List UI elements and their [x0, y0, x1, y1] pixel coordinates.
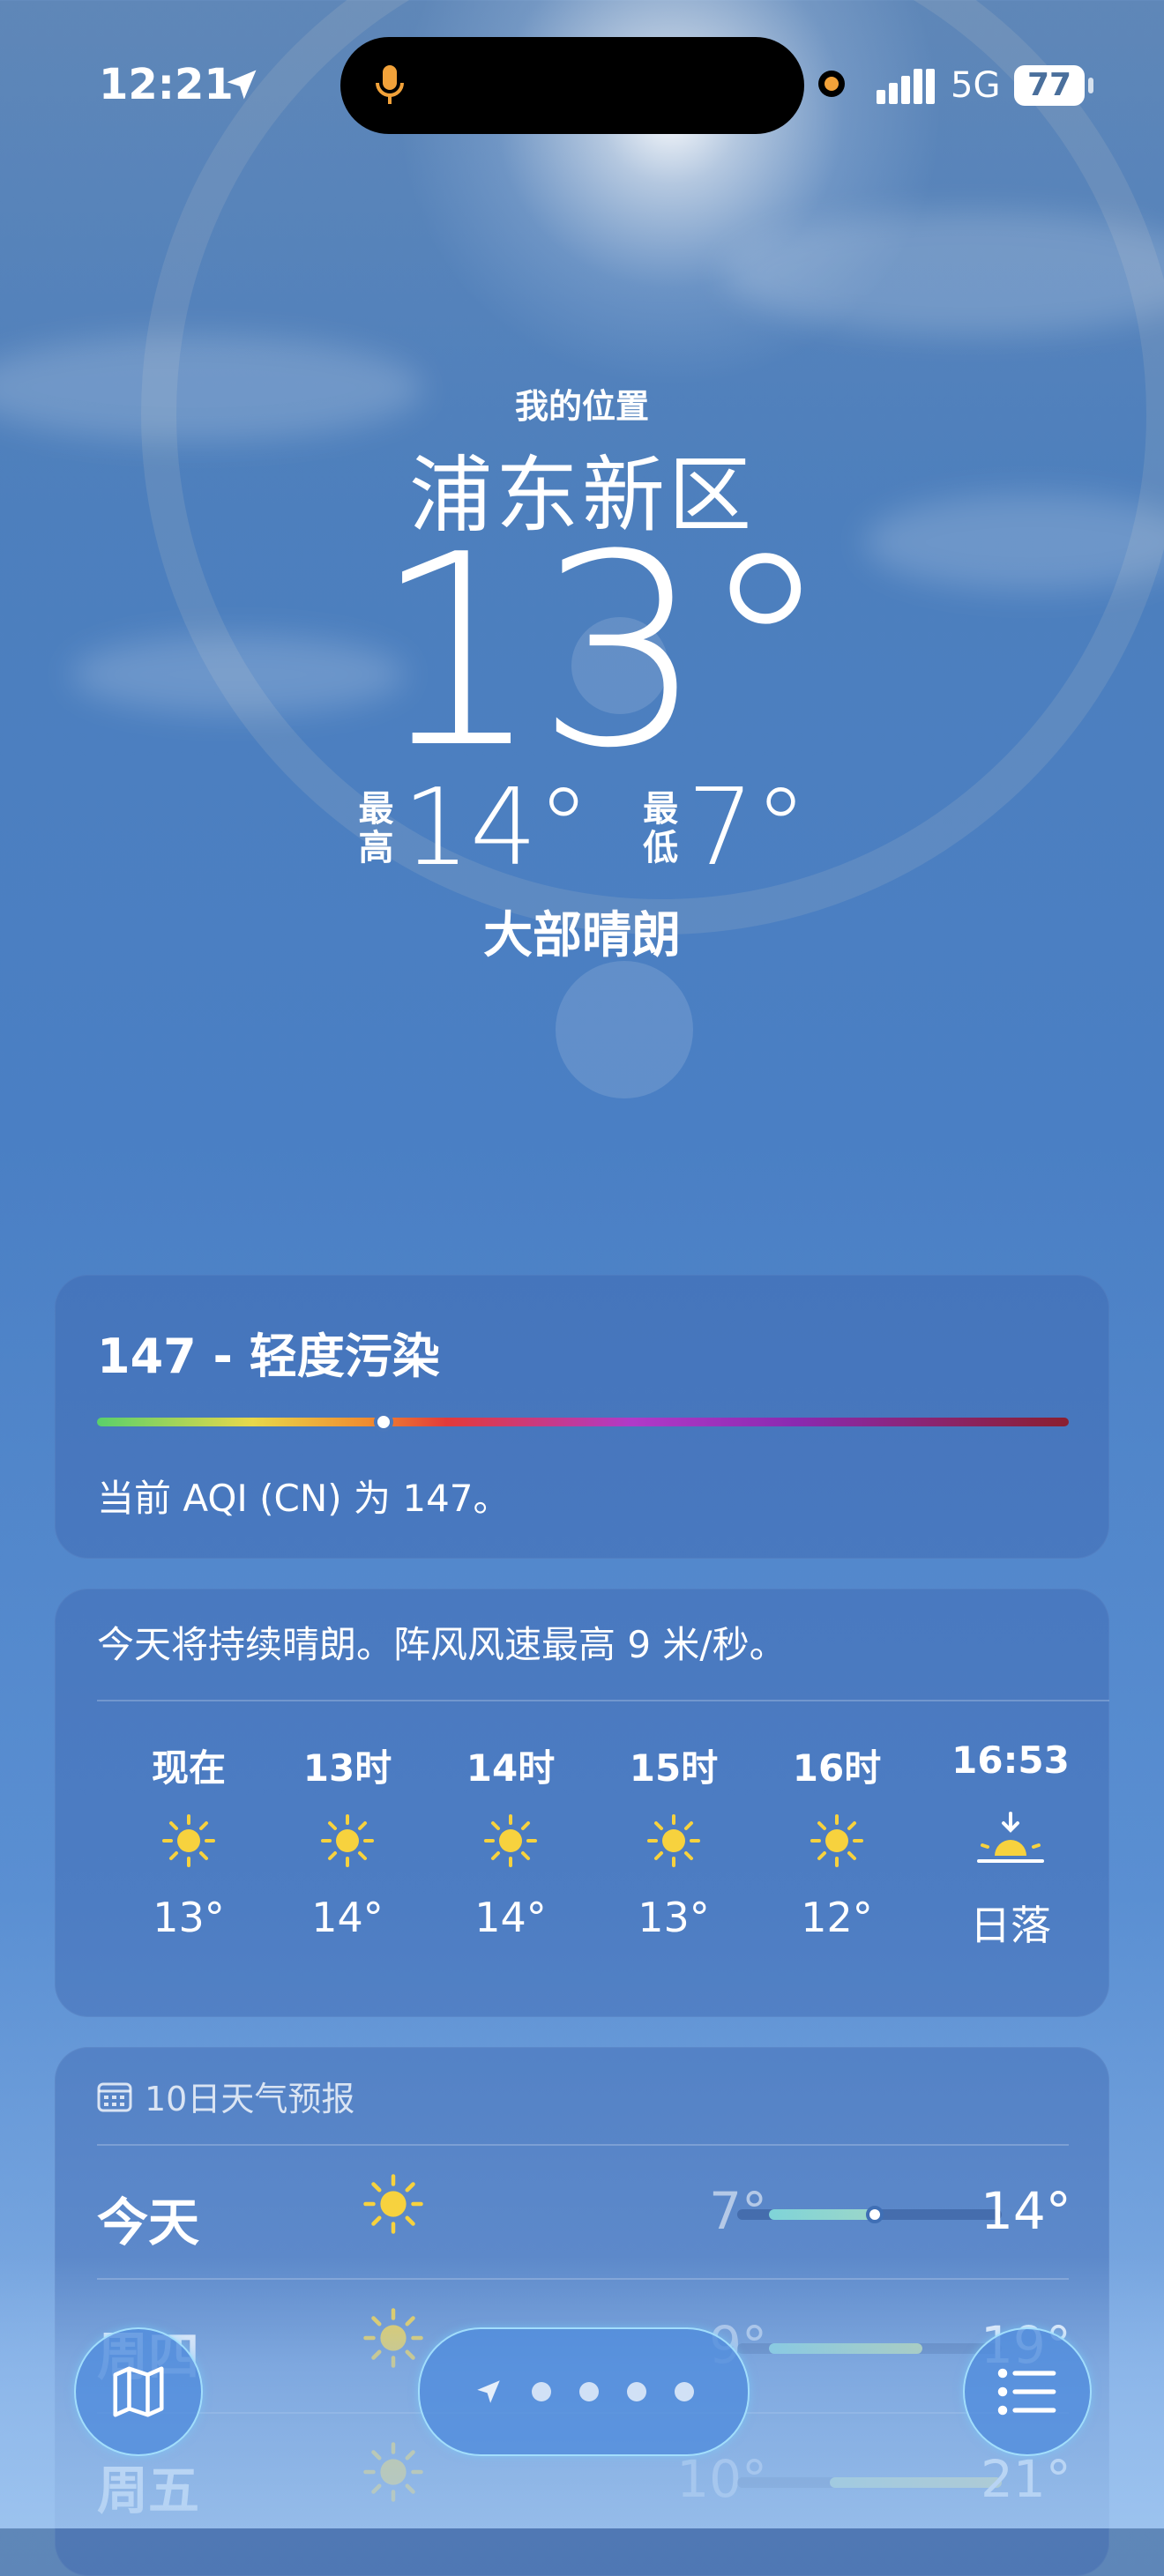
air-quality-card[interactable]: 147 - 轻度污染 当前 AQI (CN) 为 147。: [55, 1275, 1109, 1559]
high-temp: 最高 14°: [356, 776, 590, 882]
high-label: 最高: [358, 789, 394, 868]
location-label: 我的位置: [514, 387, 649, 426]
hour-label: 14时: [466, 1746, 556, 1790]
low-label: 最低: [643, 789, 679, 868]
status-time: 12:21: [99, 60, 234, 109]
temp-range-track: [737, 2343, 1002, 2354]
sun-icon: [766, 1788, 907, 1894]
battery-tip: [1088, 78, 1093, 93]
day-high: 14°: [981, 2181, 1071, 2241]
page-dot[interactable]: [627, 2382, 646, 2401]
sun-icon: [362, 2440, 425, 2507]
cellular-signal-icon: [877, 69, 935, 104]
battery-icon: 77: [1014, 65, 1085, 106]
sun-icon: [277, 1788, 418, 1894]
divider: [97, 1700, 1109, 1701]
network-type: 5G: [951, 65, 1001, 106]
low-temp: 最低 7°: [641, 776, 807, 882]
location-arrow-icon: [227, 70, 257, 100]
list-button[interactable]: [963, 2327, 1092, 2456]
sunset-label: 日落: [970, 1902, 1051, 1949]
temp-range-track: [737, 2206, 1002, 2223]
ten-day-forecast-card[interactable]: 10日天气预报 今天 7° 14° 周四 9° 19° 周五 10° 21°: [55, 2047, 1109, 2576]
sun-icon: [362, 2306, 425, 2373]
lens-flare: [556, 961, 693, 1098]
temp-range-fill: [830, 2477, 1002, 2488]
sunset-icon: [940, 1788, 1081, 1894]
sun-icon: [603, 1788, 744, 1894]
low-value: 7°: [687, 767, 808, 890]
hour-label: 16:53: [951, 1738, 1070, 1782]
hour-temp: 13°: [153, 1894, 225, 1941]
hour-label: 15时: [629, 1746, 719, 1790]
hour-item: 14时 14°: [440, 1738, 581, 1941]
day-name: 今天: [97, 2193, 200, 2252]
high-value: 14°: [402, 767, 591, 890]
hour-label: 13时: [302, 1746, 392, 1790]
hour-temp: 12°: [801, 1894, 873, 1941]
location-arrow-icon: [477, 2380, 500, 2403]
cloud: [723, 212, 1164, 335]
hourly-forecast-card[interactable]: 今天将持续晴朗。阵风风速最高 9 米/秒。 现在 13° 13时 14° 14时…: [55, 1589, 1109, 2017]
map-button[interactable]: [74, 2327, 203, 2456]
hour-temp: 14°: [311, 1894, 384, 1941]
hour-temp: 13°: [638, 1894, 710, 1941]
page-dot[interactable]: [675, 2382, 694, 2401]
hourly-scroller[interactable]: 现在 13° 13时 14° 14时 14° 15时 13° 16时 12° 1…: [55, 1738, 1109, 2003]
forecast-header: 10日天气预报: [97, 2072, 354, 2120]
day-name: 周五: [97, 2461, 200, 2520]
hour-temp: 14°: [474, 1894, 547, 1941]
hour-item: 16时 12°: [766, 1738, 907, 1941]
location-pager[interactable]: [418, 2327, 750, 2456]
sun-icon: [440, 1788, 581, 1894]
hourly-summary: 今天将持续晴朗。阵风风速最高 9 米/秒。: [97, 1623, 787, 1666]
aqi-title: 147 - 轻度污染: [97, 1329, 440, 1384]
dynamic-island[interactable]: [340, 37, 804, 134]
sun-icon: [362, 2172, 425, 2239]
list-icon: [997, 2368, 1056, 2416]
hour-label: 现在: [151, 1746, 226, 1790]
page-dot[interactable]: [532, 2382, 551, 2401]
forecast-row[interactable]: 今天 7° 14°: [97, 2146, 1071, 2278]
page-dot[interactable]: [579, 2382, 599, 2401]
hour-item: 15时 13°: [603, 1738, 744, 1941]
sun-icon: [118, 1788, 259, 1894]
aqi-marker: [374, 1412, 394, 1432]
privacy-indicator-icon: [818, 71, 845, 97]
current-temp-marker: [866, 2206, 884, 2223]
temp-range-track: [737, 2477, 1002, 2488]
map-icon: [113, 2366, 164, 2417]
forecast-title: 10日天气预报: [145, 2080, 355, 2118]
calendar-icon: [97, 2082, 132, 2111]
high-low: 最高 14° 最低 7°: [0, 776, 1164, 882]
aqi-scale-bar: [97, 1412, 1069, 1432]
hour-item: 现在 13°: [118, 1738, 259, 1941]
temp-range-fill: [769, 2209, 875, 2220]
weather-condition: 大部晴朗: [483, 907, 681, 964]
current-temperature: 13°: [373, 498, 832, 806]
day-high: 21°: [981, 2449, 1071, 2509]
aqi-description: 当前 AQI (CN) 为 147。: [97, 1477, 511, 1520]
hour-item: 16:53 日落: [940, 1738, 1081, 1952]
microphone-icon: [376, 65, 404, 104]
hour-label: 16时: [792, 1746, 882, 1790]
temp-range-fill: [769, 2343, 922, 2354]
hour-item: 13时 14°: [277, 1738, 418, 1941]
